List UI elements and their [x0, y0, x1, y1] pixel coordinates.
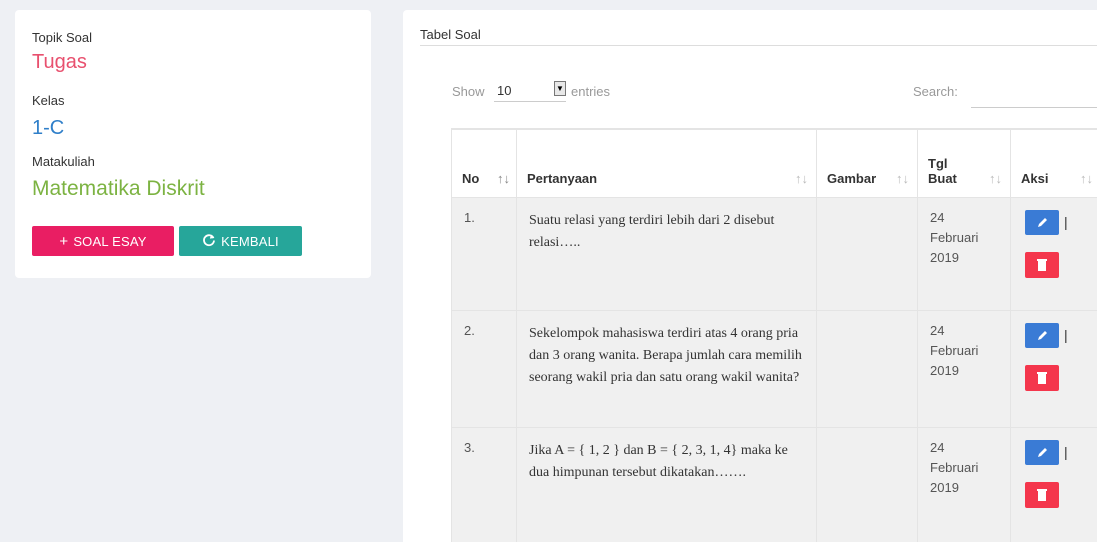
- topik-label: Topik Soal: [32, 30, 92, 45]
- edit-button[interactable]: [1025, 209, 1059, 235]
- kelas-label: Kelas: [32, 93, 65, 108]
- sort-icon: ↑↓: [795, 170, 808, 186]
- sort-asc-icon: ↑↓: [497, 170, 510, 186]
- row-no: 2.: [451, 309, 517, 428]
- row-aksi: |: [1010, 426, 1097, 542]
- row-tgl: 24 Februari 2019: [917, 426, 1011, 542]
- row-gambar: [816, 196, 918, 311]
- row-pertanyaan: Sekelompok mahasiswa terdiri atas 4 oran…: [516, 309, 817, 428]
- row-aksi: |: [1010, 309, 1097, 428]
- row-tgl: 24 Februari 2019: [917, 196, 1011, 311]
- header-tgl-buat[interactable]: Tgl Buat ↑↓: [917, 128, 1011, 198]
- edit-button[interactable]: [1025, 322, 1059, 348]
- matkul-label: Matakuliah: [32, 154, 95, 169]
- header-gambar[interactable]: Gambar ↑↓: [816, 128, 918, 198]
- matkul-value: Matematika Diskrit: [32, 177, 205, 200]
- show-label: Show: [452, 84, 485, 99]
- header-pertanyaan[interactable]: Pertanyaan ↑↓: [516, 128, 817, 198]
- kembali-button[interactable]: KEMBALI: [179, 226, 302, 256]
- soal-table: No ↑↓ Pertanyaan ↑↓ Gambar ↑↓ Tgl Buat ↑↓ Aks…: [451, 128, 1097, 542]
- table-row: 2. Sekelompok mahasiswa terdiri atas 4 o…: [451, 309, 1097, 428]
- trash-icon: [1037, 489, 1047, 501]
- info-card: Topik Soal Tugas Kelas 1-C Matakuliah Ma…: [15, 10, 371, 278]
- pencil-icon: [1037, 217, 1047, 227]
- row-tgl: 24 Februari 2019: [917, 309, 1011, 428]
- sort-icon: ↑↓: [896, 170, 909, 186]
- add-soal-esay-button[interactable]: + SOAL ESAY: [32, 226, 174, 256]
- header-no[interactable]: No ↑↓: [451, 128, 517, 198]
- row-pertanyaan: Suatu relasi yang terdiri lebih dari 2 d…: [516, 196, 817, 311]
- search-input[interactable]: [971, 80, 1097, 108]
- action-separator: |: [1064, 443, 1068, 460]
- row-gambar: [816, 309, 918, 428]
- chevron-down-icon[interactable]: ▼: [554, 81, 566, 96]
- table-row: 1. Suatu relasi yang terdiri lebih dari …: [451, 196, 1097, 311]
- entries-select-value: 10: [497, 83, 512, 98]
- row-pertanyaan: Jika A = { 1, 2 } dan B = { 2, 3, 1, 4} …: [516, 426, 817, 542]
- action-separator: |: [1064, 326, 1068, 343]
- action-separator: |: [1064, 213, 1068, 230]
- edit-button[interactable]: [1025, 439, 1059, 465]
- row-no: 1.: [451, 196, 517, 311]
- kembali-label: KEMBALI: [221, 233, 279, 249]
- soal-esay-label: SOAL ESAY: [73, 233, 147, 249]
- entries-label: entries: [571, 84, 611, 99]
- pencil-icon: [1037, 330, 1047, 340]
- trash-icon: [1037, 372, 1047, 384]
- plus-icon: +: [59, 232, 69, 250]
- pencil-icon: [1037, 447, 1047, 457]
- delete-button[interactable]: [1025, 481, 1059, 508]
- sort-icon: ↑↓: [1080, 170, 1093, 186]
- trash-icon: [1037, 259, 1047, 271]
- refresh-icon: [202, 233, 216, 250]
- entries-select[interactable]: 10 ▼: [494, 80, 566, 102]
- sort-icon: ↑↓: [989, 170, 1002, 186]
- kelas-value: 1-C: [32, 117, 65, 139]
- card-title: Tabel Soal: [420, 27, 481, 42]
- header-aksi[interactable]: Aksi ↑↓: [1010, 128, 1097, 198]
- search-label: Search:: [913, 84, 958, 99]
- delete-button[interactable]: [1025, 251, 1059, 278]
- row-aksi: |: [1010, 196, 1097, 311]
- table-row: 3. Jika A = { 1, 2 } dan B = { 2, 3, 1, …: [451, 426, 1097, 542]
- row-gambar: [816, 426, 918, 542]
- soal-table-wrapper: No ↑↓ Pertanyaan ↑↓ Gambar ↑↓ Tgl Buat ↑↓ Aks…: [451, 128, 1097, 542]
- delete-button[interactable]: [1025, 364, 1059, 391]
- row-no: 3.: [451, 426, 517, 542]
- tabel-soal-card: Tabel Soal Show 10 ▼ entries Search: No ↑…: [403, 10, 1097, 542]
- topik-value: Tugas: [32, 51, 87, 73]
- title-divider: [420, 45, 1097, 46]
